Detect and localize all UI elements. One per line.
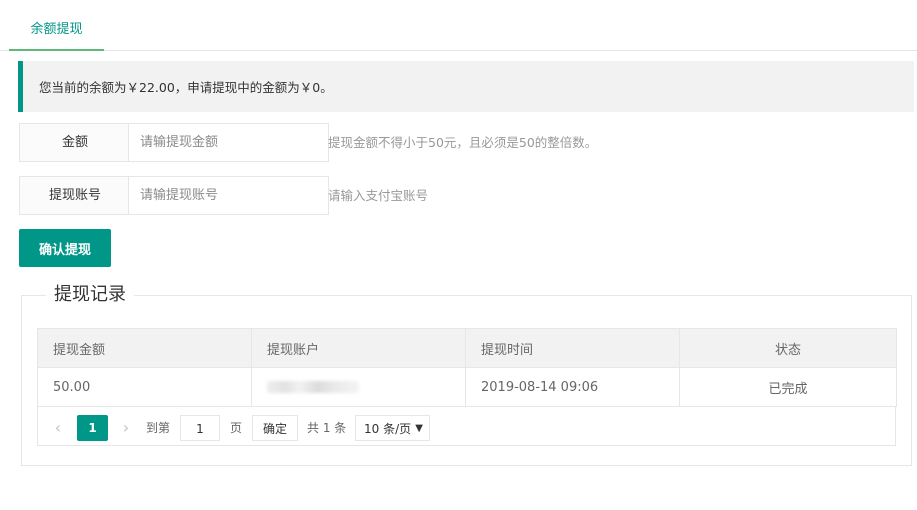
page-size-value: 10 条/页 — [364, 422, 412, 436]
account-label: 提现账号 — [19, 176, 131, 215]
amount-tip: 提现金额不得小于50元，且必须是50的整倍数。 — [328, 135, 598, 150]
chevron-right-icon[interactable]: › — [116, 415, 136, 441]
cell-amount: 50.00 — [37, 367, 252, 407]
redacted-account — [267, 381, 359, 393]
column-header-status: 状态 — [679, 328, 897, 368]
pager-goto-input[interactable]: 1 — [180, 415, 220, 441]
pager-goto-prefix: 到第 — [146, 421, 171, 435]
cell-account — [251, 367, 466, 407]
page-size-select[interactable]: 10 条/页 ▼ — [355, 415, 430, 441]
table-header-row: 提现金额 提现账户 提现时间 状态 — [37, 328, 897, 368]
chevron-left-icon[interactable]: ‹ — [48, 415, 68, 441]
tab-bar: 余额提现 — [0, 0, 917, 51]
account-input[interactable] — [140, 178, 320, 213]
balance-notice: 您当前的余额为￥22.00，申请提现中的金额为￥0。 — [18, 61, 914, 112]
pager-total: 共 1 条 — [307, 421, 347, 435]
column-header-time: 提现时间 — [465, 328, 680, 368]
cell-time: 2019-08-14 09:06 — [465, 367, 680, 407]
balance-notice-text: 您当前的余额为￥22.00，申请提现中的金额为￥0。 — [39, 80, 333, 95]
column-header-amount: 提现金额 — [37, 328, 252, 368]
account-input-wrap[interactable] — [128, 176, 329, 215]
pager-goto-suffix: 页 — [230, 421, 243, 435]
withdraw-records-legend: 提现记录 — [46, 282, 134, 308]
table-row: 50.00 2019-08-14 09:06 已完成 — [37, 367, 897, 407]
amount-input[interactable] — [140, 125, 320, 160]
column-header-account: 提现账户 — [251, 328, 466, 368]
amount-input-wrap[interactable] — [128, 123, 329, 162]
confirm-withdraw-button[interactable]: 确认提现 — [19, 229, 111, 267]
cell-status: 已完成 — [679, 367, 897, 407]
account-tip: 请输入支付宝账号 — [328, 188, 429, 203]
amount-label: 金额 — [19, 123, 131, 162]
pager-goto-button[interactable]: 确定 — [252, 415, 298, 441]
withdraw-records-table: 提现金额 提现账户 提现时间 状态 50.00 2019-08-14 09:06… — [37, 328, 897, 407]
chevron-down-icon: ▼ — [415, 423, 423, 434]
tab-balance-withdraw[interactable]: 余额提现 — [9, 0, 104, 51]
pager-current-page[interactable]: 1 — [77, 415, 108, 441]
